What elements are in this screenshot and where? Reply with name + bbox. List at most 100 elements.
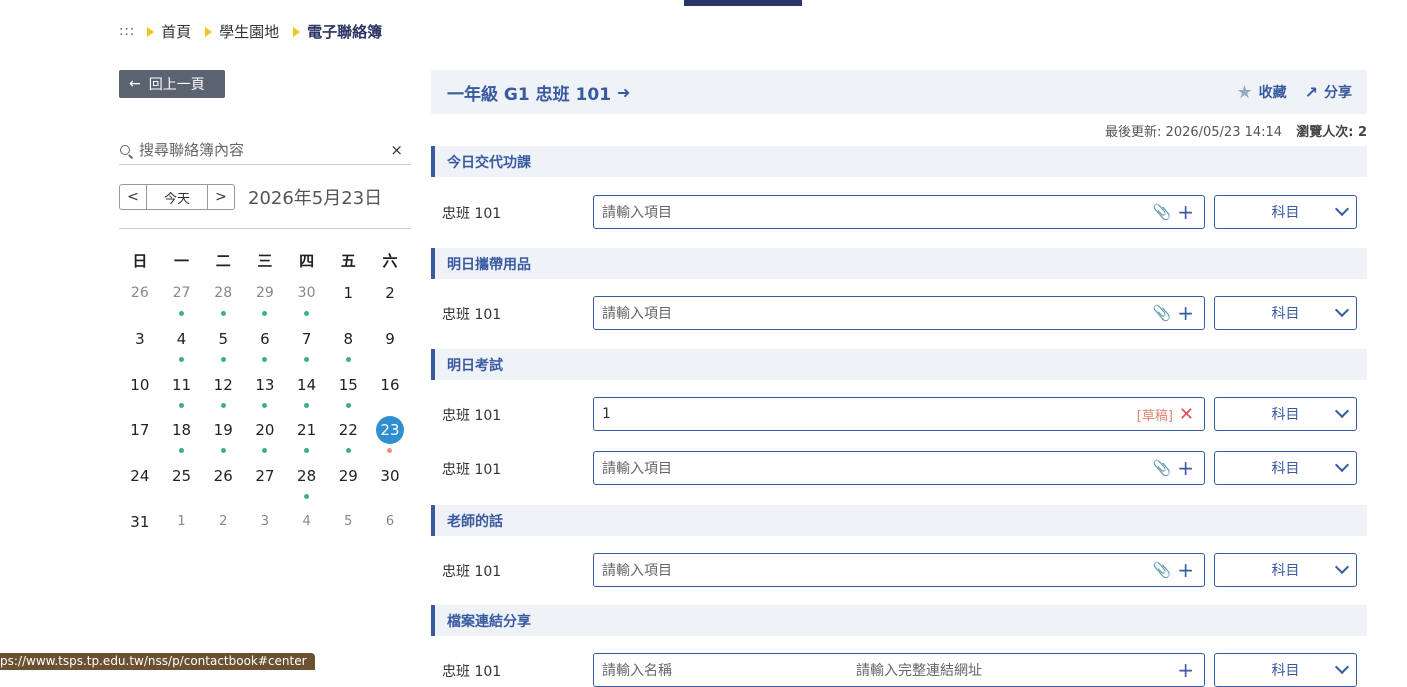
- breadcrumb-current[interactable]: 電子聯絡簿: [307, 21, 382, 42]
- paperclip-icon[interactable]: 📎: [1153, 459, 1172, 477]
- calendar-day[interactable]: 4: [286, 503, 328, 549]
- link-url-input[interactable]: 請輸入完整連結網址: [856, 660, 1177, 680]
- subject-select[interactable]: 科目: [1214, 195, 1357, 229]
- calendar-day[interactable]: 6: [244, 320, 286, 366]
- exam-input[interactable]: 請輸入項目 📎 +: [593, 451, 1205, 485]
- chevron-down-icon: [1334, 559, 1350, 575]
- external-link-icon[interactable]: ↗: [1305, 83, 1318, 102]
- favorite-button[interactable]: 收藏: [1259, 82, 1287, 102]
- weekday-label: 一: [174, 252, 190, 270]
- calendar-day-today[interactable]: 23: [369, 411, 411, 457]
- calendar-day[interactable]: 29: [244, 274, 286, 320]
- row-class-label: 忠班 101: [442, 408, 502, 424]
- today-button[interactable]: 今天: [147, 184, 207, 210]
- teacher-note-input[interactable]: 請輸入項目 📎 +: [593, 553, 1205, 587]
- calendar-day[interactable]: 9: [369, 320, 411, 366]
- add-icon[interactable]: +: [1177, 560, 1194, 580]
- subject-select[interactable]: 科目: [1214, 296, 1357, 330]
- calendar-day[interactable]: 10: [119, 366, 161, 412]
- calendar-day[interactable]: 18: [161, 411, 203, 457]
- calendar-day[interactable]: 14: [286, 366, 328, 412]
- calendar-day[interactable]: 26: [119, 274, 161, 320]
- star-icon[interactable]: ★: [1236, 82, 1252, 103]
- homework-input[interactable]: 請輸入項目 📎 +: [593, 195, 1205, 229]
- breadcrumb-accesskey[interactable]: :::: [119, 24, 135, 39]
- calendar-day[interactable]: 30: [369, 457, 411, 503]
- calendar-day[interactable]: 28: [286, 457, 328, 503]
- add-icon[interactable]: +: [1177, 658, 1194, 682]
- calendar-day[interactable]: 3: [119, 320, 161, 366]
- has-entry-dot: [179, 356, 185, 362]
- link-name-input[interactable]: 請輸入名稱: [602, 660, 856, 680]
- day-number: 4: [302, 513, 311, 529]
- prev-month-button[interactable]: <: [119, 184, 147, 210]
- calendar-day[interactable]: 15: [327, 366, 369, 412]
- has-entry-dot: [345, 356, 351, 362]
- breadcrumb-home-link[interactable]: 首頁: [161, 21, 191, 42]
- calendar-day[interactable]: 5: [202, 320, 244, 366]
- paperclip-icon[interactable]: 📎: [1153, 561, 1172, 579]
- calendar-day[interactable]: 16: [369, 366, 411, 412]
- supplies-input[interactable]: 請輸入項目 📎 +: [593, 296, 1205, 330]
- chevron-down-icon: [1334, 457, 1350, 473]
- calendar-day[interactable]: 28: [202, 274, 244, 320]
- calendar-day[interactable]: 30: [286, 274, 328, 320]
- calendar-day[interactable]: 2: [369, 274, 411, 320]
- calendar-day[interactable]: 6: [369, 503, 411, 549]
- calendar-day[interactable]: 5: [327, 503, 369, 549]
- calendar-day[interactable]: 8: [327, 320, 369, 366]
- row-class-label: 忠班 101: [442, 664, 502, 680]
- subject-select[interactable]: 科目: [1214, 451, 1357, 485]
- paperclip-icon[interactable]: 📎: [1153, 304, 1172, 322]
- breadcrumb-student-link[interactable]: 學生園地: [219, 21, 279, 42]
- calendar-day[interactable]: 17: [119, 411, 161, 457]
- close-icon[interactable]: ✕: [1179, 404, 1194, 425]
- has-entry-dot: [262, 402, 268, 408]
- next-month-button[interactable]: >: [207, 184, 235, 210]
- day-number: 13: [255, 375, 275, 394]
- calendar-day[interactable]: 22: [327, 411, 369, 457]
- calendar-day[interactable]: 4: [161, 320, 203, 366]
- calendar-day[interactable]: 12: [202, 366, 244, 412]
- day-number: 21: [297, 421, 317, 440]
- calendar-day[interactable]: 19: [202, 411, 244, 457]
- calendar-weekday-header: 日 一 二 三 四 五 六: [119, 248, 411, 274]
- day-number: 12: [213, 375, 233, 394]
- calendar-day[interactable]: 1: [161, 503, 203, 549]
- calendar-day[interactable]: 27: [161, 274, 203, 320]
- add-icon[interactable]: +: [1177, 458, 1194, 478]
- subject-select[interactable]: 科目: [1214, 397, 1357, 431]
- calendar-day[interactable]: 25: [161, 457, 203, 503]
- share-button[interactable]: 分享: [1324, 82, 1352, 102]
- calendar-day[interactable]: 1: [327, 274, 369, 320]
- calendar-day[interactable]: 13: [244, 366, 286, 412]
- add-icon[interactable]: +: [1177, 303, 1194, 323]
- clear-search-icon[interactable]: ×: [390, 141, 411, 159]
- day-number: 5: [218, 329, 228, 348]
- switch-class-icon[interactable]: ➜: [617, 83, 630, 102]
- calendar-day[interactable]: 26: [202, 457, 244, 503]
- calendar-day[interactable]: 7: [286, 320, 328, 366]
- calendar-day[interactable]: 2: [202, 503, 244, 549]
- calendar-day[interactable]: 27: [244, 457, 286, 503]
- calendar-day[interactable]: 3: [244, 503, 286, 549]
- day-number: 1: [177, 513, 186, 529]
- calendar-day[interactable]: 29: [327, 457, 369, 503]
- paperclip-icon[interactable]: 📎: [1153, 203, 1172, 221]
- has-entry-dot: [304, 356, 310, 362]
- calendar-day[interactable]: 11: [161, 366, 203, 412]
- back-button[interactable]: ← 回上一頁: [119, 70, 225, 98]
- calendar-day[interactable]: 21: [286, 411, 328, 457]
- calendar-day[interactable]: 31: [119, 503, 161, 549]
- subject-select[interactable]: 科目: [1214, 553, 1357, 587]
- day-number: 2: [219, 513, 228, 529]
- input-value: 請輸入項目: [602, 205, 672, 221]
- add-icon[interactable]: +: [1177, 202, 1194, 222]
- day-number: 16: [380, 375, 400, 394]
- calendar-day[interactable]: 20: [244, 411, 286, 457]
- search-input[interactable]: [139, 140, 391, 159]
- exam-input[interactable]: 1 [草稿] ✕: [593, 397, 1205, 431]
- day-number: 29: [338, 467, 358, 486]
- subject-select[interactable]: 科目: [1214, 653, 1357, 687]
- calendar-day[interactable]: 24: [119, 457, 161, 503]
